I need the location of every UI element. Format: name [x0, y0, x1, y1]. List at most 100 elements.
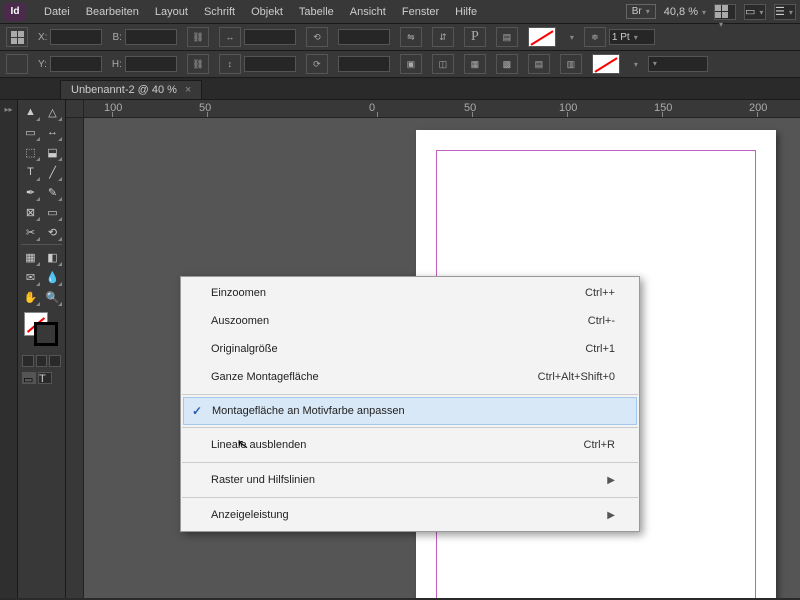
h-field[interactable] — [125, 56, 177, 72]
fill-swatch[interactable] — [528, 27, 556, 47]
flip-h-icon[interactable]: ⇋ — [400, 27, 422, 47]
ctx-originalgr-e[interactable]: OriginalgrößeCtrl+1 — [181, 335, 639, 363]
tool-direct-selection[interactable]: △ — [42, 102, 63, 122]
blank-btn[interactable] — [6, 54, 28, 74]
tool-type[interactable]: T — [20, 162, 41, 182]
panel-collapse-strip[interactable]: ▸▸ — [0, 100, 18, 598]
tool-gap[interactable]: ↔ — [42, 122, 63, 142]
fit-1-icon[interactable]: ▦ — [464, 54, 486, 74]
document-tab[interactable]: Unbenannt-2 @ 40 % × — [60, 80, 202, 99]
scale-x-icon[interactable]: ↔ — [219, 27, 241, 47]
screen-mode-icon[interactable]: ▭ — [744, 4, 766, 20]
ctx-shortcut: Ctrl+Alt+Shift+0 — [538, 371, 615, 383]
flip-v-icon[interactable]: ⇵ — [432, 27, 454, 47]
check-icon: ✓ — [192, 404, 202, 418]
tool-zoom[interactable]: 🔍 — [42, 287, 63, 307]
bridge-button[interactable]: Br — [626, 4, 656, 19]
stroke-weight-stepper[interactable]: ≑ — [584, 27, 606, 47]
shear-field[interactable] — [338, 56, 390, 72]
constrain2-icon[interactable]: ⛓ — [187, 54, 209, 74]
context-menu: EinzoomenCtrl++AuszoomenCtrl+-Originalgr… — [180, 276, 640, 532]
fit-4-icon[interactable]: ▥ — [560, 54, 582, 74]
tool-content-placer[interactable]: ⬓ — [42, 142, 63, 162]
constrain-icon[interactable]: ⛓ — [187, 27, 209, 47]
align-icon[interactable]: ▤ — [496, 27, 518, 47]
tool-scissors[interactable]: ✂ — [20, 222, 41, 242]
tool-gradient-swatch[interactable]: ▦ — [20, 247, 41, 267]
tool-eyedropper[interactable]: 💧 — [42, 267, 63, 287]
rotate-cw-icon[interactable]: ⟳ — [306, 54, 328, 74]
tool-pen[interactable]: ✒ — [20, 182, 41, 202]
ctx-shortcut: Ctrl+1 — [585, 343, 615, 355]
tab-close-icon[interactable]: × — [185, 84, 191, 96]
ctx-ganze-montagefl-che[interactable]: Ganze MontageflächeCtrl+Alt+Shift+0 — [181, 363, 639, 391]
arrange-icon[interactable]: ☰ — [774, 4, 796, 20]
content-icon[interactable]: ◫ — [432, 54, 454, 74]
ref-point-icon[interactable] — [6, 27, 28, 47]
menu-fenster[interactable]: Fenster — [394, 2, 447, 22]
tool-content-collector[interactable]: ⬚ — [20, 142, 41, 162]
scale-x-field[interactable] — [244, 29, 296, 45]
tool-note[interactable]: ✉ — [20, 267, 41, 287]
fit-2-icon[interactable]: ▩ — [496, 54, 518, 74]
ctx-montagefl-che-an-motivfarbe-anpassen[interactable]: ✓Montagefläche an Motivfarbe anpassen — [183, 397, 637, 425]
menu-hilfe[interactable]: Hilfe — [447, 2, 485, 22]
menu-objekt[interactable]: Objekt — [243, 2, 291, 22]
stroke-style-field[interactable] — [648, 56, 708, 72]
tool-rectangle[interactable]: ▭ — [42, 202, 63, 222]
tool-transform[interactable]: ⟲ — [42, 222, 63, 242]
menu-layout[interactable]: Layout — [147, 2, 196, 22]
fit-3-icon[interactable]: ▤ — [528, 54, 550, 74]
ruler-origin[interactable] — [66, 100, 84, 118]
fill-dropdown-icon[interactable] — [566, 31, 574, 43]
ctx-einzoomen[interactable]: EinzoomenCtrl++ — [181, 279, 639, 307]
ctx-label: Lineale ausblenden — [211, 439, 306, 451]
scale-y-field[interactable] — [244, 56, 296, 72]
ruler-horizontal[interactable]: 10050050100150200 — [84, 100, 800, 118]
x-field[interactable] — [50, 29, 102, 45]
view-preview-icon[interactable]: T — [38, 372, 52, 384]
container-icon[interactable]: ▣ — [400, 54, 422, 74]
view-normal-icon[interactable]: ▭ — [22, 372, 36, 384]
tool-rectangle-frame[interactable]: ⊠ — [20, 202, 41, 222]
ctx-raster-und-hilfslinien[interactable]: Raster und Hilfslinien▶ — [181, 466, 639, 494]
menu-ansicht[interactable]: Ansicht — [342, 2, 394, 22]
apply-gradient-icon[interactable] — [36, 355, 48, 367]
stroke-swatch-box[interactable] — [34, 322, 58, 346]
fill-stroke-swatch[interactable] — [22, 312, 61, 348]
apply-none-icon[interactable] — [49, 355, 61, 367]
tool-selection[interactable]: ▲ — [20, 102, 41, 122]
w-field[interactable] — [125, 29, 177, 45]
view-options-icon[interactable] — [714, 4, 736, 20]
tool-page[interactable]: ▭ — [20, 122, 41, 142]
ctx-lineale-ausblenden[interactable]: Lineale ausblendenCtrl+R — [181, 431, 639, 459]
tool-gradient-feather[interactable]: ◧ — [42, 247, 63, 267]
x-label: X: — [38, 32, 47, 43]
tool-hand[interactable]: ✋ — [20, 287, 41, 307]
document-tabbar: Unbenannt-2 @ 40 % × — [0, 78, 800, 100]
rotate-ccw-icon[interactable]: ⟲ — [306, 27, 328, 47]
apply-color-icon[interactable] — [22, 355, 34, 367]
tool-line[interactable]: ╱ — [42, 162, 63, 182]
ruler-vertical[interactable] — [66, 118, 84, 598]
zoom-level[interactable]: 40,8 % — [664, 6, 706, 18]
submenu-arrow-icon: ▶ — [607, 510, 615, 521]
scale-y-icon[interactable]: ↕ — [219, 54, 241, 74]
ruler-tick-label: 50 — [464, 102, 476, 114]
menu-schrift[interactable]: Schrift — [196, 2, 243, 22]
ruler-tick-label: 100 — [559, 102, 577, 114]
menu-datei[interactable]: Datei — [36, 2, 78, 22]
stroke-dropdown-icon[interactable] — [630, 58, 638, 70]
control-bar-2: Y: H: ⛓ ↕ ⟳ ▣ ◫ ▦ ▩ ▤ ▥ — [0, 51, 800, 78]
menu-bearbeiten[interactable]: Bearbeiten — [78, 2, 147, 22]
ctx-anzeigeleistung[interactable]: Anzeigeleistung▶ — [181, 501, 639, 529]
y-label: Y: — [38, 59, 47, 70]
stroke-weight-field[interactable]: 1 Pt — [609, 29, 655, 45]
y-field[interactable] — [50, 56, 102, 72]
rotate-field[interactable] — [338, 29, 390, 45]
tool-pencil[interactable]: ✎ — [42, 182, 63, 202]
ctx-auszoomen[interactable]: AuszoomenCtrl+- — [181, 307, 639, 335]
p-icon[interactable]: P — [464, 27, 486, 47]
stroke-swatch[interactable] — [592, 54, 620, 74]
menu-tabelle[interactable]: Tabelle — [291, 2, 342, 22]
